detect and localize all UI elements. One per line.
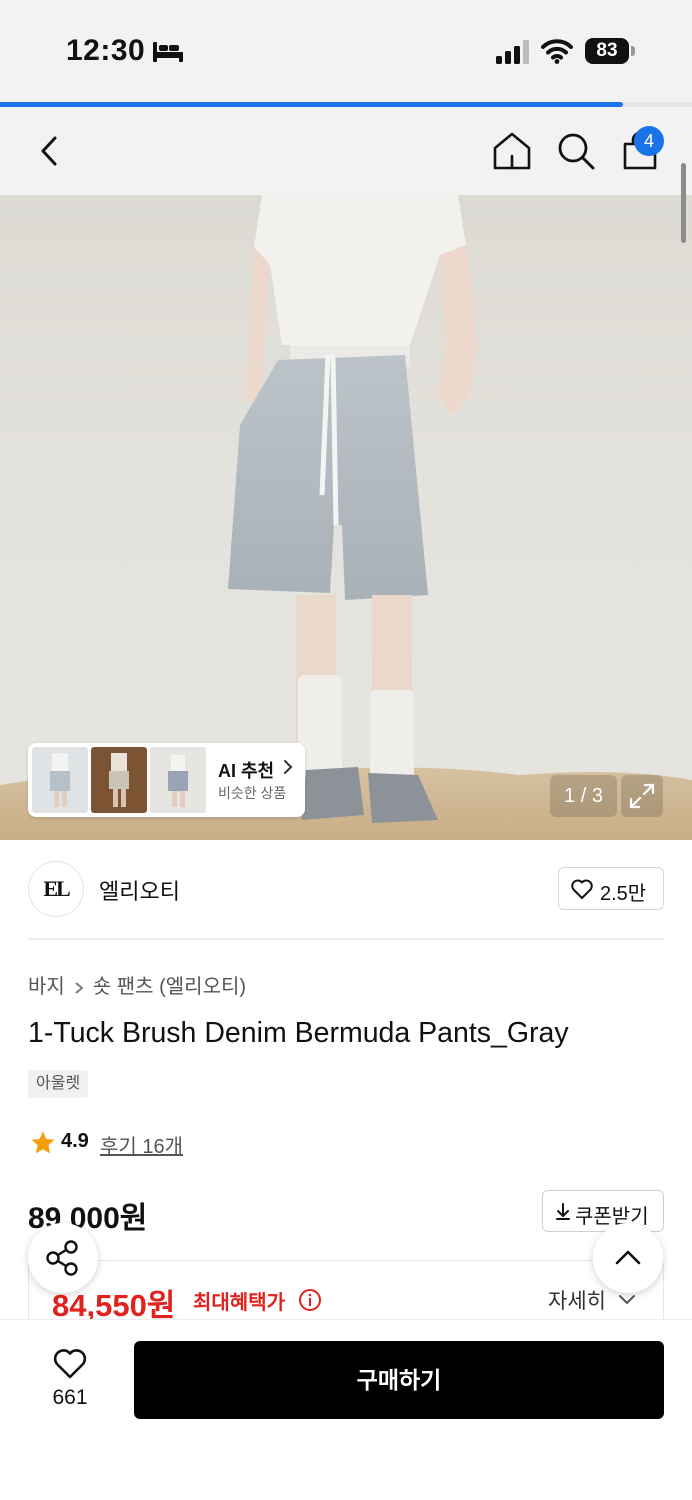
breadcrumb-subcategory[interactable]: 숏 팬츠 (엘리오티) [93, 976, 246, 998]
battery-level: 83 [585, 38, 629, 64]
status-bar: 12:30 83 [0, 0, 692, 104]
review-count-link[interactable]: 후기 16개 [100, 1130, 183, 1159]
bed-icon [153, 42, 183, 62]
wifi-icon [541, 39, 573, 64]
search-icon[interactable] [554, 129, 598, 173]
brand-like-button[interactable]: 2.5만 [558, 867, 664, 910]
wishlist-count: 661 [52, 1386, 88, 1409]
battery-tip [631, 46, 635, 56]
ai-recommend-subtitle: 비슷한 상품 [218, 785, 287, 801]
recommend-thumbnail-2[interactable] [91, 747, 147, 813]
brand-name[interactable]: 엘리오티 [99, 874, 180, 906]
breadcrumb-category[interactable]: 바지 [28, 976, 65, 998]
expand-icon [629, 783, 655, 809]
recommend-thumbnail-1[interactable] [32, 747, 88, 813]
home-icon[interactable] [490, 129, 534, 173]
max-benefit-label: 최대혜택가 [193, 1292, 285, 1314]
expand-image-button[interactable] [621, 775, 663, 817]
breadcrumb: 바지 숏 팬츠 (엘리오티) [28, 970, 246, 999]
brand-like-count: 2.5만 [600, 883, 647, 905]
outlet-tag: 아울렛 [28, 1070, 89, 1098]
status-time: 12:30 [66, 34, 146, 67]
section-divider [28, 938, 664, 940]
scroll-top-button[interactable] [593, 1223, 663, 1293]
top-nav [0, 107, 692, 195]
signal-icon [496, 40, 529, 64]
chevron-up-icon [615, 1250, 641, 1265]
battery-indicator: 83 [585, 38, 635, 64]
cart-count-badge: 4 [634, 126, 664, 156]
share-button[interactable] [28, 1223, 98, 1293]
brand-logo[interactable]: EL [28, 861, 84, 917]
back-icon[interactable] [30, 131, 70, 171]
rating-value: 4.9 [61, 1130, 89, 1152]
heart-icon[interactable] [52, 1346, 88, 1380]
image-page-indicator: 1 / 3 [550, 775, 617, 817]
chevron-right-icon [284, 760, 293, 774]
recommend-thumbnail-3[interactable] [150, 747, 206, 813]
info-icon[interactable] [298, 1288, 322, 1312]
heart-icon [571, 879, 593, 899]
ai-recommendation-card[interactable]: AI 추천 비슷한 상품 [28, 743, 305, 817]
star-icon [31, 1131, 55, 1154]
chevron-right-icon [75, 982, 84, 994]
ai-recommend-title: AI 추천 [218, 761, 275, 781]
buy-button[interactable]: 구매하기 [134, 1341, 664, 1419]
download-icon [556, 1203, 570, 1220]
share-icon [46, 1240, 78, 1276]
product-title: 1-Tuck Brush Denim Bermuda Pants_Gray [28, 1017, 569, 1049]
chevron-down-icon [619, 1295, 635, 1305]
scroll-indicator [681, 163, 686, 243]
